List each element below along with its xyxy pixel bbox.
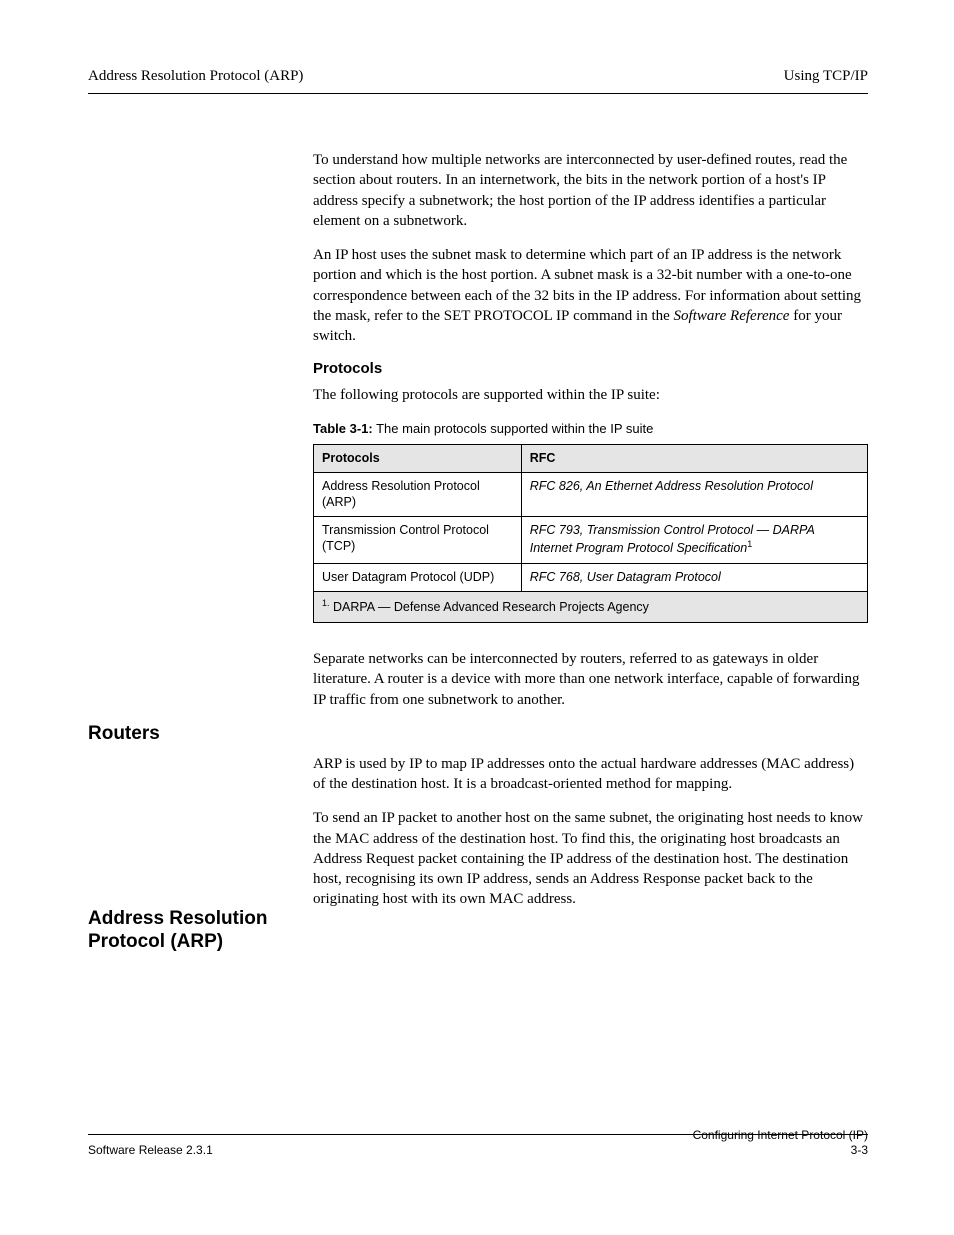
paragraph-subnets: To understand how multiple networks are … — [313, 150, 868, 231]
rfc-title: RFC 768, User Datagram Protocol — [530, 570, 721, 584]
table-cell: User Datagram Protocol (UDP) — [314, 563, 522, 592]
table-cell: RFC 768, User Datagram Protocol — [521, 563, 867, 592]
table-row: User Datagram Protocol (UDP) RFC 768, Us… — [314, 563, 868, 592]
table-caption-number: Table 3-1: — [313, 421, 373, 436]
table-row: Address Resolution Protocol (ARP) RFC 82… — [314, 473, 868, 517]
table-header-rfc: RFC — [521, 444, 867, 473]
body-column: To understand how multiple networks are … — [313, 150, 868, 924]
table-footnote: 1. DARPA — Defense Advanced Research Pro… — [314, 592, 868, 623]
paragraph-arp-detail: To send an IP packet to another host on … — [313, 808, 868, 909]
table-cell: Transmission Control Protocol (TCP) — [314, 517, 522, 563]
protocols-intro: The following protocols are supported wi… — [313, 385, 868, 405]
arp-side-heading: Address Resolution Protocol (ARP) — [88, 908, 288, 954]
footnote-text: DARPA — Defense Advanced Research Projec… — [333, 601, 649, 615]
routers-side-heading: Routers — [88, 723, 288, 746]
command-set-protocol-ip: SET PROTOCOL IP — [444, 308, 570, 324]
header-rule — [88, 93, 868, 94]
rfc-title: RFC 826, An Ethernet Address Resolution … — [530, 479, 813, 493]
footer-release: Software Release 2.3.1 — [88, 1143, 213, 1158]
running-head-right: Using TCP/IP — [784, 67, 868, 86]
page-number: 3-3 — [851, 1143, 868, 1157]
footer-chapter-title: Configuring Internet Protocol (IP) — [693, 1128, 868, 1142]
paragraph-routers: Separate networks can be interconnected … — [313, 649, 868, 710]
table-cell: RFC 793, Transmission Control Protocol —… — [521, 517, 867, 563]
running-head-left: Address Resolution Protocol (ARP) — [88, 67, 303, 86]
paragraph-subnet-mask: An IP host uses the subnet mask to deter… — [313, 245, 868, 346]
table-cell: RFC 826, An Ethernet Address Resolution … — [521, 473, 867, 517]
software-reference-cite: Software Reference — [674, 308, 790, 324]
table-caption-text: The main protocols supported within the … — [376, 421, 653, 436]
subnet-mask-text-c: command in the — [573, 308, 673, 324]
paragraph-arp-intro: ARP is used by IP to map IP addresses on… — [313, 754, 868, 795]
rfc-title: RFC 793, Transmission Control Protocol —… — [530, 523, 815, 555]
footnote-marker: 1 — [747, 539, 752, 549]
table-footnote-row: 1. DARPA — Defense Advanced Research Pro… — [314, 592, 868, 623]
footer-right: Configuring Internet Protocol (IP) 3-3 — [693, 1128, 868, 1158]
table-cell: Address Resolution Protocol (ARP) — [314, 473, 522, 517]
table-caption: Table 3-1: The main protocols supported … — [313, 421, 868, 437]
protocols-subhead: Protocols — [313, 360, 868, 379]
footnote-number: 1. — [322, 598, 330, 608]
table-header-protocols: Protocols — [314, 444, 522, 473]
table-header-row: Protocols RFC — [314, 444, 868, 473]
table-row: Transmission Control Protocol (TCP) RFC … — [314, 517, 868, 563]
protocols-table: Protocols RFC Address Resolution Protoco… — [313, 444, 868, 624]
